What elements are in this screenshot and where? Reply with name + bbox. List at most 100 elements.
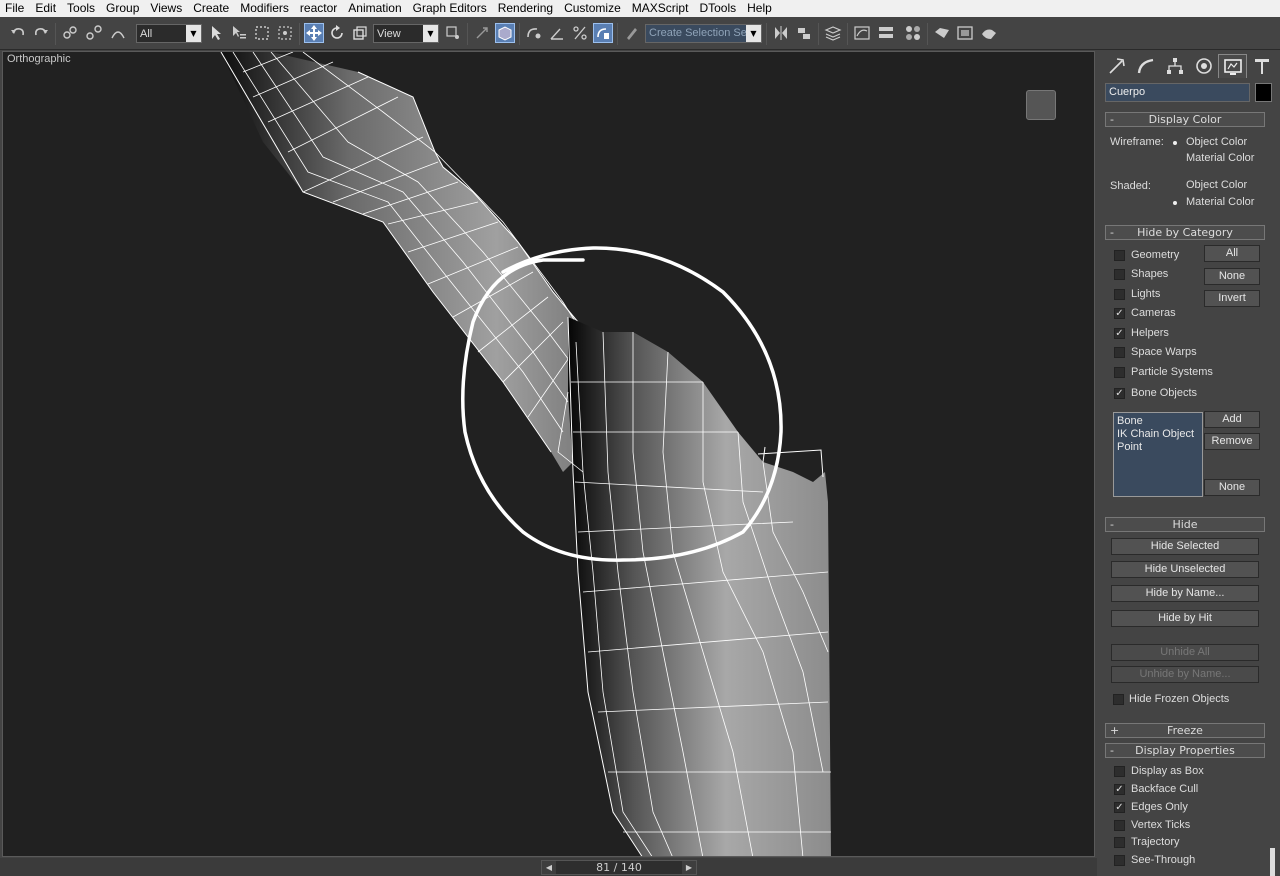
geometry-checkbox[interactable] bbox=[1114, 250, 1125, 261]
unhide-by-name-button[interactable]: Unhide by Name... bbox=[1111, 666, 1259, 683]
viewport-label[interactable]: Orthographic bbox=[7, 53, 71, 65]
select-and-rotate-icon[interactable] bbox=[327, 23, 347, 43]
unhide-all-button[interactable]: Unhide All bbox=[1111, 644, 1259, 661]
list-item[interactable]: IK Chain Object bbox=[1117, 428, 1199, 441]
redo-icon[interactable] bbox=[31, 23, 51, 43]
menu-help[interactable]: Help bbox=[742, 0, 778, 17]
create-tab-icon[interactable] bbox=[1102, 54, 1131, 78]
selection-filter-dropdown[interactable]: All ▼ bbox=[136, 24, 202, 43]
select-and-scale-icon[interactable] bbox=[350, 23, 370, 43]
layer-manager-icon[interactable] bbox=[823, 23, 843, 43]
helpers-checkbox[interactable]: ✓ bbox=[1114, 328, 1125, 339]
menu-animation[interactable]: Animation bbox=[343, 0, 407, 17]
hide-by-hit-button[interactable]: Hide by Hit bbox=[1111, 610, 1259, 627]
object-color-swatch[interactable] bbox=[1255, 83, 1272, 102]
rollout-hide-by-category[interactable]: - Hide by Category bbox=[1105, 225, 1265, 240]
select-object-icon[interactable] bbox=[206, 23, 226, 43]
shapes-checkbox[interactable] bbox=[1114, 269, 1125, 280]
bind-to-space-warp-icon[interactable] bbox=[108, 23, 128, 43]
add-button[interactable]: Add bbox=[1204, 411, 1260, 428]
menu-create[interactable]: Create bbox=[188, 0, 235, 17]
viewport-orthographic[interactable]: Orthographic bbox=[2, 51, 1095, 857]
lights-checkbox[interactable] bbox=[1114, 289, 1125, 300]
particle-systems-checkbox[interactable] bbox=[1114, 367, 1125, 378]
rectangular-selection-icon[interactable] bbox=[252, 23, 272, 43]
menu-modifiers[interactable]: Modifiers bbox=[235, 0, 295, 17]
menu-maxscript[interactable]: MAXScript bbox=[627, 0, 695, 17]
hide-by-name-button[interactable]: Hide by Name... bbox=[1111, 585, 1259, 602]
edges-only-checkbox[interactable]: ✓ bbox=[1114, 802, 1125, 813]
curve-editor-icon[interactable] bbox=[852, 23, 872, 43]
wireframe-object-color-radio[interactable] bbox=[1170, 138, 1179, 147]
pivot-center-icon[interactable] bbox=[443, 23, 463, 43]
select-and-link-icon[interactable] bbox=[60, 23, 80, 43]
time-slider[interactable]: ◀ 81 / 140 ▶ bbox=[541, 860, 697, 875]
display-tab-icon[interactable] bbox=[1218, 54, 1247, 78]
display-as-box-checkbox[interactable] bbox=[1114, 766, 1125, 777]
window-crossing-icon[interactable] bbox=[275, 23, 295, 43]
render-setup-icon[interactable] bbox=[932, 23, 952, 43]
unlink-selection-icon[interactable] bbox=[84, 23, 104, 43]
menu-reactor[interactable]: reactor bbox=[295, 0, 343, 17]
undo-icon[interactable] bbox=[8, 23, 28, 43]
space-warps-checkbox[interactable] bbox=[1114, 347, 1125, 358]
menu-dtools[interactable]: DTools bbox=[694, 0, 742, 17]
rollout-display-properties[interactable]: - Display Properties bbox=[1105, 743, 1265, 758]
none-button[interactable]: None bbox=[1204, 268, 1260, 285]
list-item[interactable]: Bone bbox=[1117, 415, 1199, 428]
wireframe-material-color-radio[interactable] bbox=[1170, 154, 1179, 163]
panel-scrollbar[interactable] bbox=[1270, 848, 1275, 876]
cameras-checkbox[interactable]: ✓ bbox=[1114, 308, 1125, 319]
bone-objects-checkbox[interactable]: ✓ bbox=[1114, 388, 1125, 399]
list-item[interactable]: Point bbox=[1117, 441, 1199, 454]
material-editor-icon[interactable] bbox=[903, 23, 923, 43]
snaps-toggle-icon[interactable] bbox=[524, 23, 544, 43]
hide-selected-button[interactable]: Hide Selected bbox=[1111, 538, 1259, 555]
object-name-field[interactable]: Cuerpo bbox=[1105, 83, 1250, 102]
rollout-freeze[interactable]: + Freeze bbox=[1105, 723, 1265, 738]
menu-customize[interactable]: Customize bbox=[559, 0, 627, 17]
shaded-object-color-radio[interactable] bbox=[1170, 181, 1179, 190]
list-none-button[interactable]: None bbox=[1204, 479, 1260, 496]
modify-tab-icon[interactable] bbox=[1131, 54, 1160, 78]
rollout-display-color[interactable]: - Display Color bbox=[1105, 112, 1265, 127]
utilities-tab-icon[interactable] bbox=[1247, 54, 1276, 78]
menu-file[interactable]: File bbox=[0, 0, 30, 17]
edit-named-selection-icon[interactable] bbox=[622, 23, 642, 43]
rollout-hide[interactable]: - Hide bbox=[1105, 517, 1265, 532]
viewport-canvas[interactable] bbox=[3, 52, 1095, 857]
shaded-material-color-radio[interactable] bbox=[1170, 198, 1179, 207]
menu-graph-editors[interactable]: Graph Editors bbox=[408, 0, 493, 17]
mirror-icon[interactable] bbox=[771, 23, 791, 43]
invert-button[interactable]: Invert bbox=[1204, 290, 1260, 307]
hide-frozen-objects-checkbox[interactable] bbox=[1113, 694, 1124, 705]
select-by-name-icon[interactable] bbox=[229, 23, 249, 43]
hide-category-list[interactable]: Bone IK Chain Object Point bbox=[1113, 412, 1203, 497]
percent-snap-icon[interactable] bbox=[570, 23, 590, 43]
hierarchy-tab-icon[interactable] bbox=[1160, 54, 1189, 78]
spinner-snap-icon[interactable] bbox=[593, 23, 613, 43]
motion-tab-icon[interactable] bbox=[1189, 54, 1218, 78]
schematic-view-icon[interactable] bbox=[876, 23, 896, 43]
previous-frame-icon[interactable]: ◀ bbox=[542, 861, 556, 874]
menu-views[interactable]: Views bbox=[145, 0, 188, 17]
rendered-frame-window-icon[interactable] bbox=[955, 23, 975, 43]
menu-rendering[interactable]: Rendering bbox=[493, 0, 559, 17]
trajectory-checkbox[interactable] bbox=[1114, 837, 1125, 848]
menu-group[interactable]: Group bbox=[101, 0, 145, 17]
select-and-move-icon[interactable] bbox=[304, 23, 324, 43]
align-icon[interactable] bbox=[794, 23, 814, 43]
next-frame-icon[interactable]: ▶ bbox=[682, 861, 696, 874]
reference-coordinate-dropdown[interactable]: View ▼ bbox=[373, 24, 439, 43]
viewcube-icon[interactable] bbox=[1026, 90, 1056, 120]
all-button[interactable]: All bbox=[1204, 245, 1260, 262]
remove-button[interactable]: Remove bbox=[1204, 433, 1260, 450]
quick-render-icon[interactable] bbox=[979, 23, 999, 43]
select-manipulate-icon[interactable] bbox=[472, 23, 492, 43]
see-through-checkbox[interactable] bbox=[1114, 855, 1125, 866]
menu-edit[interactable]: Edit bbox=[30, 0, 62, 17]
vertex-ticks-checkbox[interactable] bbox=[1114, 820, 1125, 831]
keyboard-shortcut-override-icon[interactable] bbox=[495, 23, 515, 43]
hide-unselected-button[interactable]: Hide Unselected bbox=[1111, 561, 1259, 578]
backface-cull-checkbox[interactable]: ✓ bbox=[1114, 784, 1125, 795]
